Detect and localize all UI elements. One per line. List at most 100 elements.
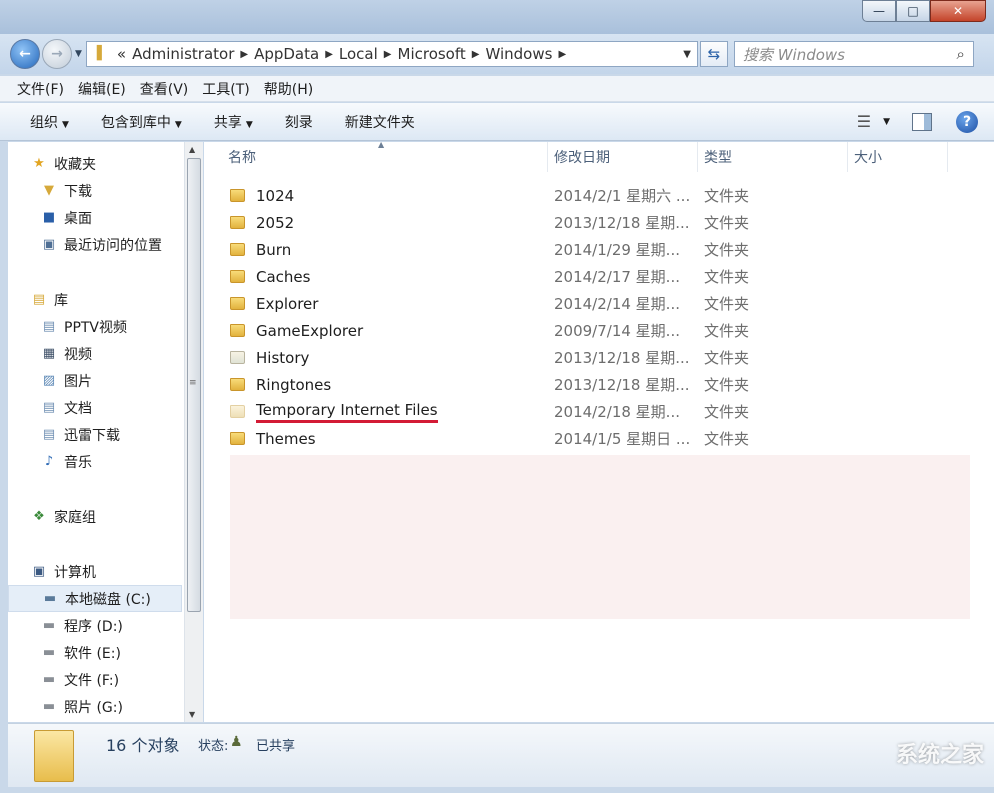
chevron-right-icon[interactable]: ▶ (384, 49, 392, 60)
nav-pptv-video-label: PPTV视频 (64, 319, 128, 336)
file-name: Temporary Internet Files (256, 401, 438, 423)
column-date-modified[interactable]: 修改日期 (548, 142, 698, 172)
nav-desktop-label: 桌面 (64, 210, 92, 227)
nav-drive-c[interactable]: ▬ 本地磁盘 (C:) (8, 585, 182, 612)
file-row[interactable]: 2052 2013/12/18 星期... 文件夹 (204, 209, 994, 236)
file-name: Burn (256, 240, 292, 259)
chevron-right-icon[interactable]: ▶ (472, 49, 480, 60)
forward-button[interactable]: → (42, 39, 72, 69)
file-row[interactable]: Burn 2014/1/29 星期... 文件夹 (204, 236, 994, 263)
file-type: 文件夹 (704, 349, 750, 367)
nav-documents[interactable]: ▤ 文档 (8, 394, 184, 421)
nav-desktop[interactable]: ■ 桌面 (8, 204, 184, 231)
preview-pane-icon[interactable] (912, 112, 932, 131)
drive-icon: ▬ (42, 671, 56, 687)
breadcrumb-administrator[interactable]: Administrator (132, 45, 234, 63)
burn-button[interactable]: 刻录 (277, 112, 321, 132)
breadcrumb-overflow[interactable]: « (117, 45, 126, 63)
chevron-down-icon: ▼ (62, 119, 69, 130)
nav-recent-places[interactable]: ▣ 最近访问的位置 (8, 231, 184, 258)
menu-view[interactable]: 查看(V) (133, 79, 196, 99)
chevron-right-icon[interactable]: ▶ (240, 49, 248, 60)
address-dropdown-icon[interactable]: ▼ (683, 49, 691, 60)
minimize-button[interactable]: — (862, 0, 896, 22)
file-row[interactable]: Ringtones 2013/12/18 星期... 文件夹 (204, 371, 994, 398)
search-icon[interactable]: ⌕ (957, 45, 965, 63)
file-row[interactable]: GameExplorer 2009/7/14 星期... 文件夹 (204, 317, 994, 344)
nav-music-label: 音乐 (64, 454, 92, 471)
scroll-down-icon[interactable]: ▼ (189, 710, 195, 719)
back-button[interactable]: ← (10, 39, 40, 69)
download-folder-icon: ▼ (44, 182, 54, 198)
recent-pages-dropdown[interactable]: ▼ (75, 49, 82, 59)
include-library-button[interactable]: 包含到库中 ▼ (93, 112, 190, 132)
file-list: 1024 2014/2/1 星期六 ... 文件夹 2052 2013/12/1… (204, 182, 994, 452)
file-row[interactable]: Caches 2014/2/17 星期... 文件夹 (204, 263, 994, 290)
status-bar: 16 个对象 状态: ♟ 已共享 系统之家 (8, 723, 994, 787)
menu-edit[interactable]: 编辑(E) (71, 79, 133, 99)
breadcrumb-microsoft[interactable]: Microsoft (398, 45, 466, 63)
state-value: 已共享 (256, 739, 296, 754)
maximize-button[interactable]: □ (896, 0, 930, 22)
file-row[interactable]: Themes 2014/1/5 星期日 ... 文件夹 (204, 425, 994, 452)
nav-computer-label: 计算机 (54, 564, 96, 581)
file-list-pane: ▲ 名称 修改日期 类型 大小 1024 2014/2/1 星期六 ... 文件… (204, 140, 994, 722)
nav-drive-f[interactable]: ▬ 文件 (F:) (8, 666, 184, 693)
file-row[interactable]: Temporary Internet Files 2014/2/18 星期...… (204, 398, 994, 425)
file-row[interactable]: Explorer 2014/2/14 星期... 文件夹 (204, 290, 994, 317)
scroll-up-icon[interactable]: ▲ (189, 145, 195, 154)
file-row[interactable]: 1024 2014/2/1 星期六 ... 文件夹 (204, 182, 994, 209)
nav-favorites[interactable]: ★ 收藏夹 (8, 150, 184, 177)
nav-homegroup[interactable]: ❖ 家庭组 (8, 503, 184, 530)
breadcrumb-local[interactable]: Local (339, 45, 378, 63)
folder-icon (230, 432, 245, 445)
column-name[interactable]: 名称 (204, 142, 548, 172)
nav-libraries-label: 库 (54, 292, 68, 309)
hidden-folder-icon (230, 405, 245, 418)
details-view-icon[interactable]: ☰ (857, 112, 871, 131)
organize-button[interactable]: 组织 ▼ (22, 112, 77, 132)
file-date: 2014/2/14 星期... (554, 295, 680, 313)
file-row[interactable]: History 2013/12/18 星期... 文件夹 (204, 344, 994, 371)
nav-downloads[interactable]: ▼ 下载 (8, 177, 184, 204)
nav-thunder-downloads[interactable]: ▤ 迅雷下载 (8, 421, 184, 448)
music-icon: ♪ (44, 453, 54, 469)
nav-drive-g[interactable]: ▬ 照片 (G:) (8, 693, 184, 720)
state-label: 状态: (198, 739, 229, 754)
breadcrumb-appdata[interactable]: AppData (254, 45, 319, 63)
file-type: 文件夹 (704, 214, 750, 232)
search-input[interactable]: 搜索 Windows ⌕ (733, 41, 974, 67)
history-folder-icon (230, 351, 245, 364)
breadcrumb-windows[interactable]: Windows (485, 45, 552, 63)
nav-music[interactable]: ♪ 音乐 (8, 448, 184, 475)
refresh-button[interactable]: ⇆ (699, 41, 728, 67)
nav-drive-e[interactable]: ▬ 软件 (E:) (8, 639, 184, 666)
chevron-right-icon[interactable]: ▶ (325, 49, 333, 60)
sort-ascending-icon: ▲ (378, 140, 385, 149)
help-icon[interactable]: ? (956, 110, 978, 133)
new-folder-button[interactable]: 新建文件夹 (337, 112, 423, 132)
nav-favorites-label: 收藏夹 (54, 156, 96, 173)
drive-icon: ▬ (42, 617, 56, 633)
folder-icon (230, 270, 245, 283)
library-folder-icon: ▤ (42, 426, 56, 442)
nav-libraries[interactable]: ▤ 库 (8, 286, 184, 313)
close-button[interactable]: ✕ (930, 0, 986, 22)
nav-drive-d[interactable]: ▬ 程序 (D:) (8, 612, 184, 639)
nav-pptv-video[interactable]: ▤ PPTV视频 (8, 313, 184, 340)
menu-file[interactable]: 文件(F) (10, 79, 71, 99)
nav-pictures[interactable]: ▨ 图片 (8, 367, 184, 394)
nav-videos[interactable]: ▦ 视频 (8, 340, 184, 367)
menu-help[interactable]: 帮助(H) (257, 79, 320, 99)
column-size[interactable]: 大小 (848, 142, 948, 172)
chevron-right-icon[interactable]: ▶ (558, 49, 566, 60)
view-dropdown-icon[interactable]: ▼ (883, 117, 890, 127)
address-bar[interactable]: ▌ « Administrator ▶ AppData ▶ Local ▶ Micro… (85, 41, 698, 67)
share-button[interactable]: 共享 ▼ (206, 112, 261, 132)
navigation-scrollbar[interactable]: ▲ ≡ ▼ (184, 142, 203, 722)
file-name: History (256, 348, 310, 367)
menu-tools[interactable]: 工具(T) (195, 79, 256, 99)
nav-computer[interactable]: ▣ 计算机 (8, 558, 184, 585)
column-type[interactable]: 类型 (698, 142, 848, 172)
